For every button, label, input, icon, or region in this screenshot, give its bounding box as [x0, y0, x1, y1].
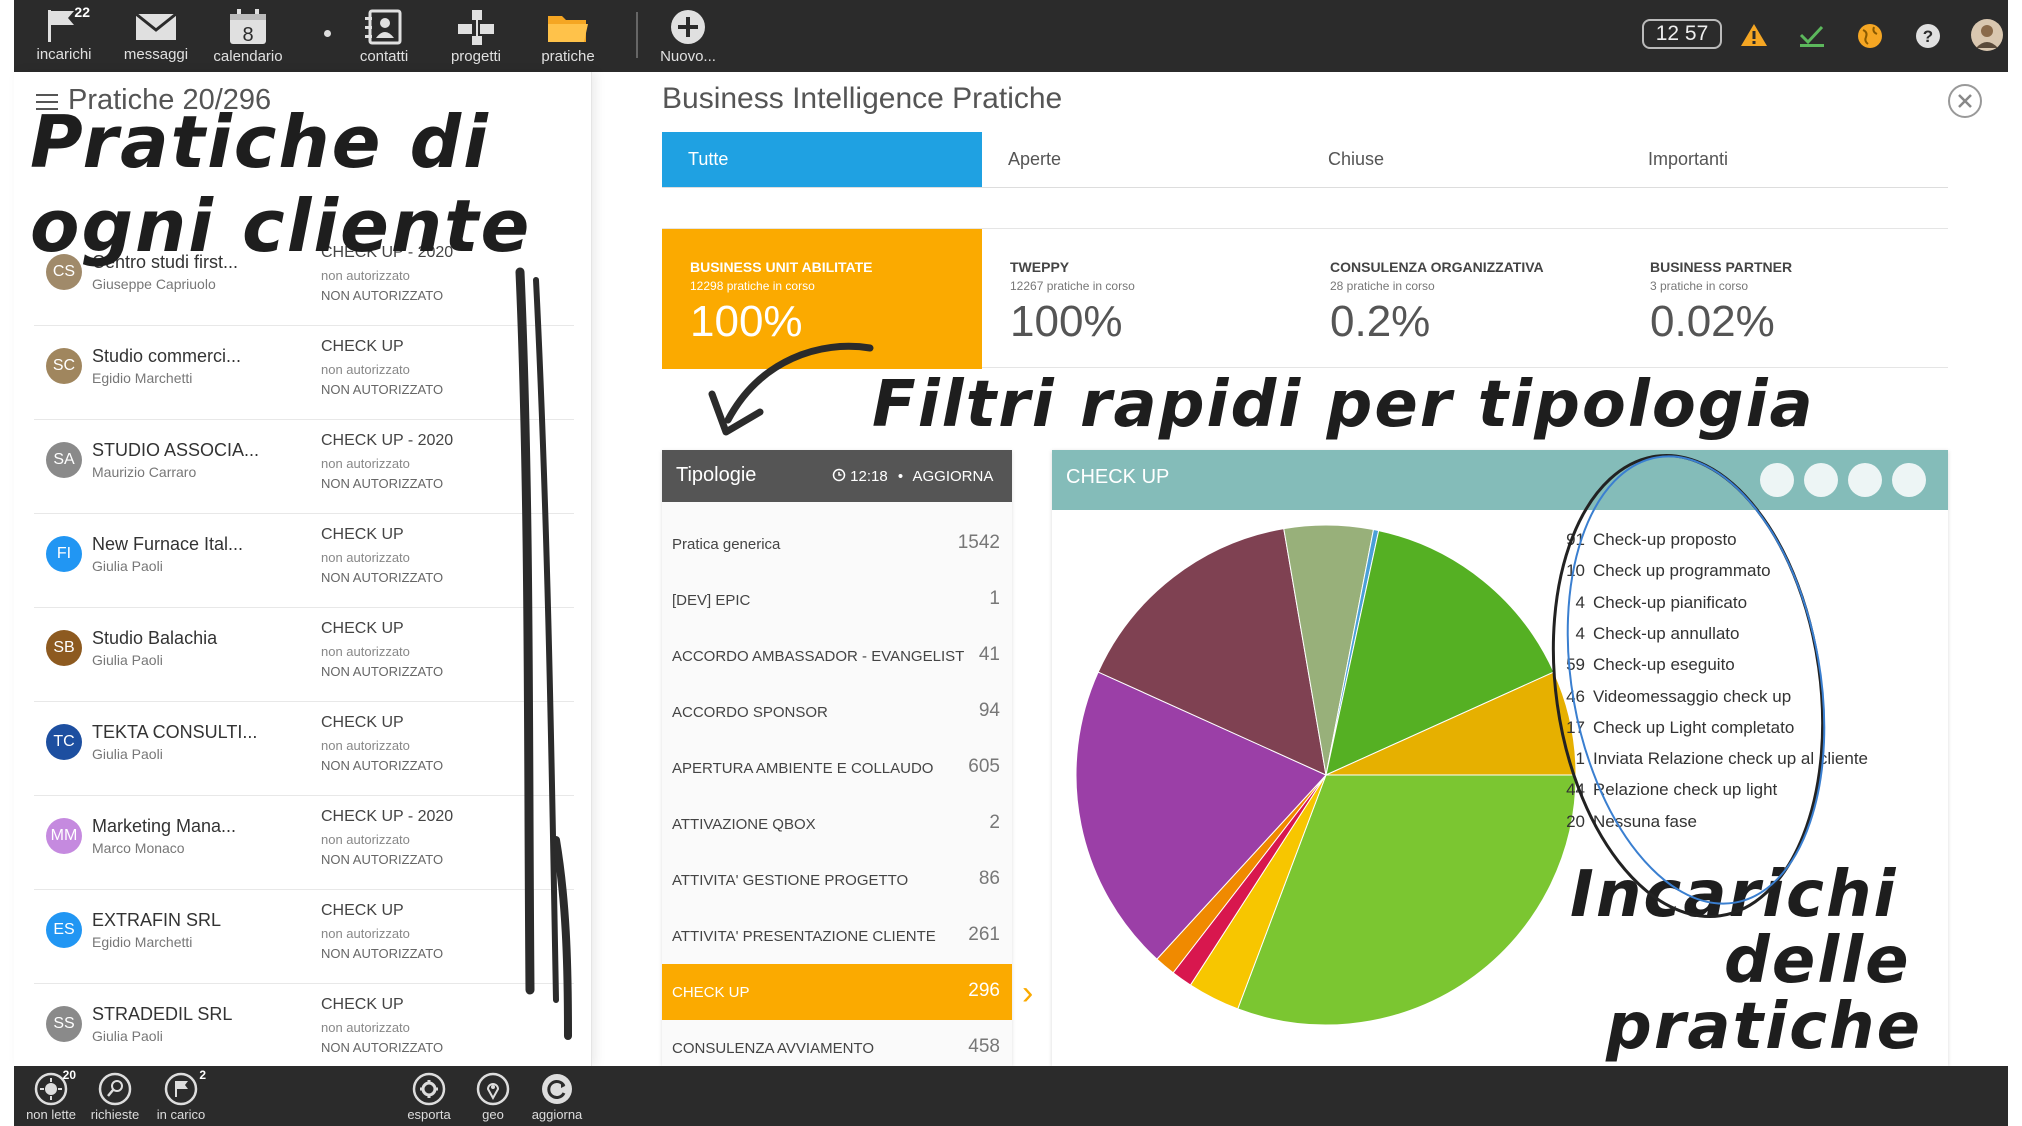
annotation-strokes: [515, 267, 1826, 1040]
app-screen: 22 incarichi messaggi 8 calendario conta…: [0, 0, 2022, 1126]
